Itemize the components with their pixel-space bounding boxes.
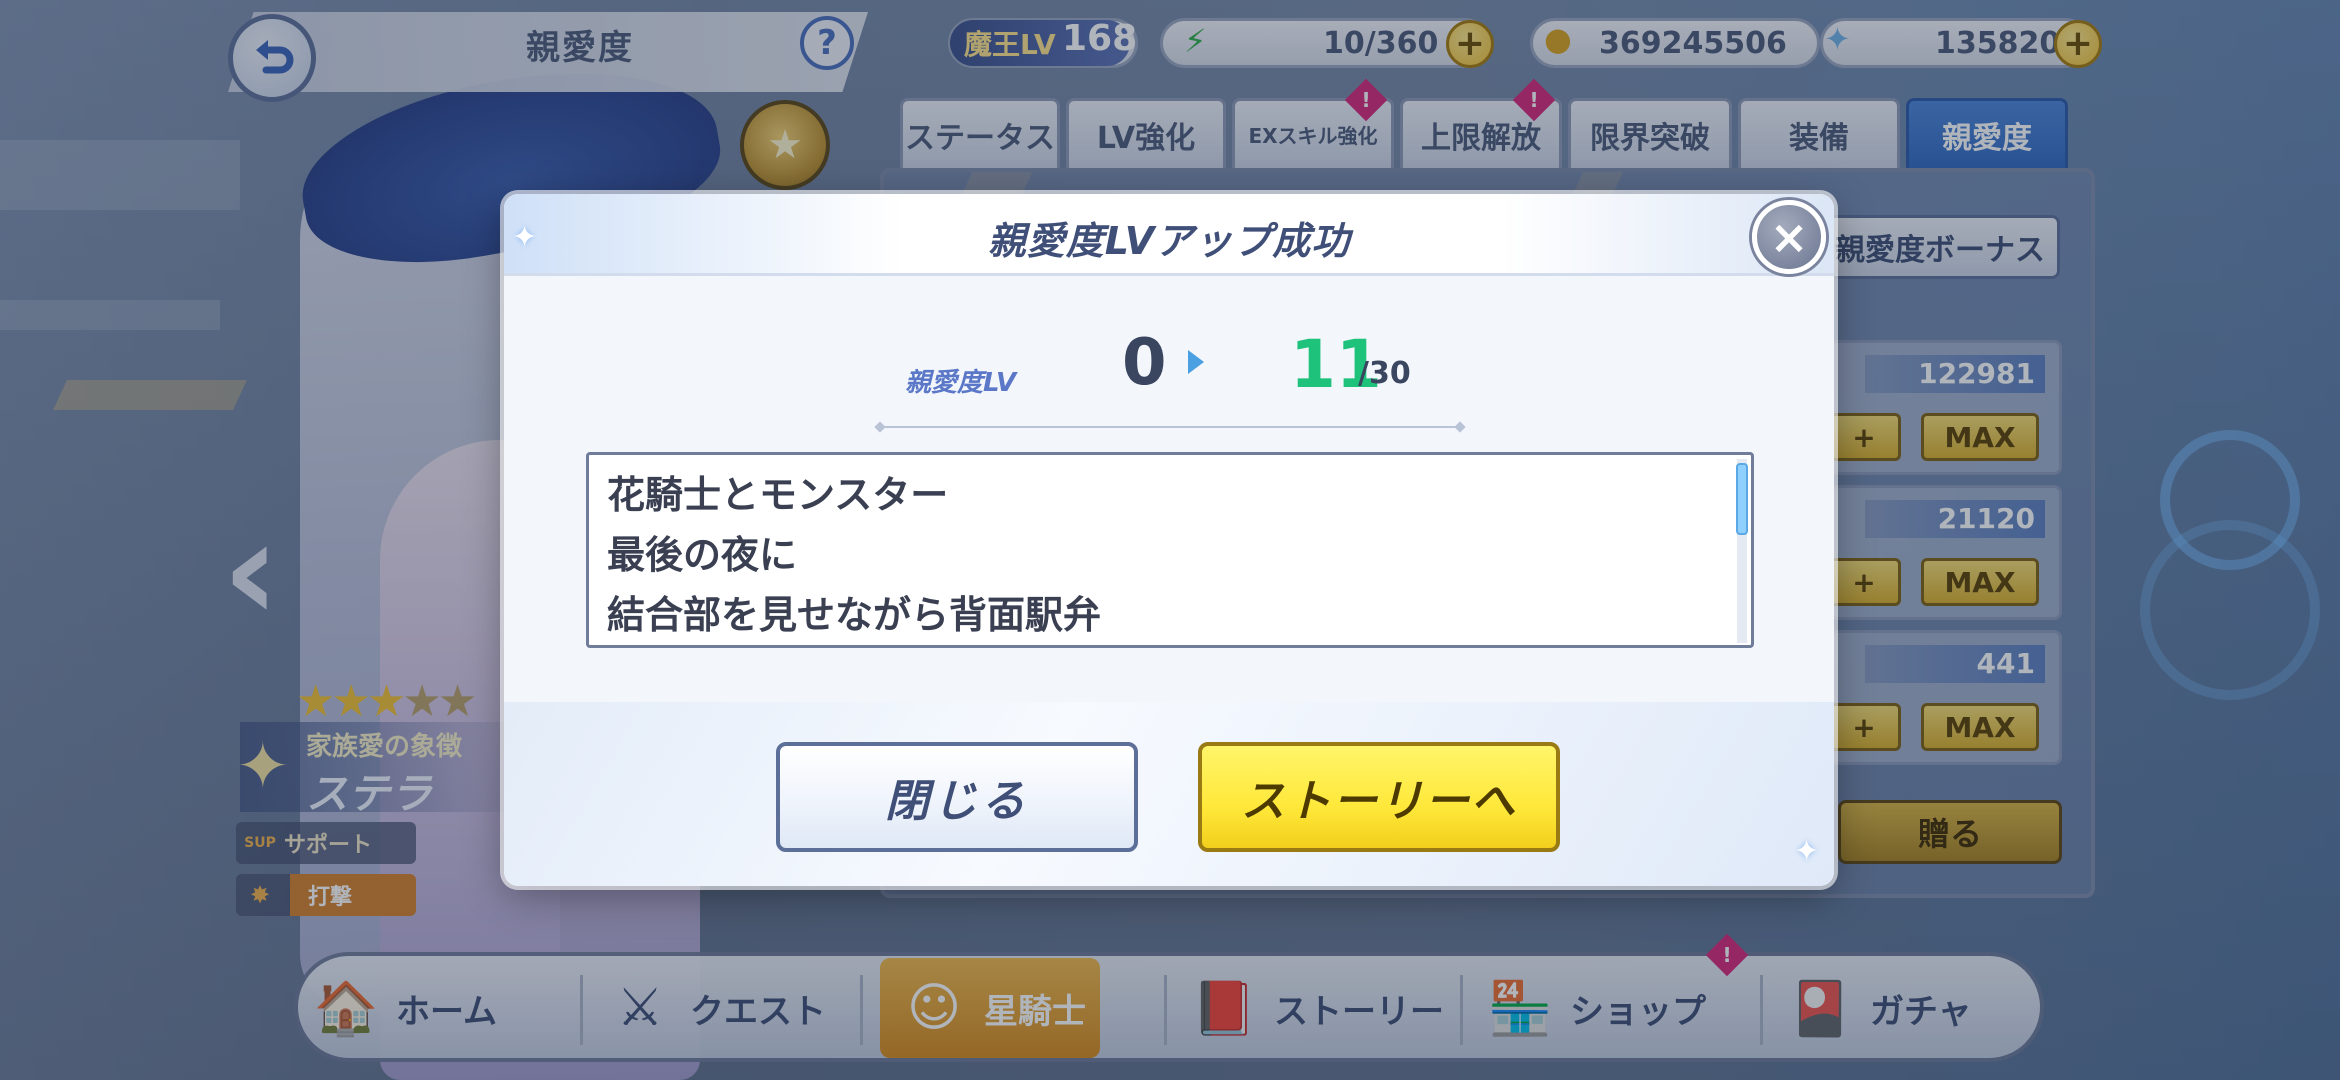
affection-level-max: /30: [1358, 356, 1411, 391]
affection-level-label: 親愛度LV: [905, 368, 1017, 398]
dialog-title: 親愛度LVアップ成功: [987, 219, 1351, 263]
divider: [880, 426, 1460, 428]
unlocked-story-list[interactable]: 花騎士とモンスター 最後の夜に 結合部を見せながら背面駅弁: [586, 452, 1754, 648]
sparkle-icon: ✦: [1794, 834, 1820, 869]
dialog-close-button[interactable]: ×: [1752, 200, 1826, 274]
dialog-footer: [504, 702, 1834, 886]
scrollbar-thumb[interactable]: [1736, 463, 1748, 535]
close-button[interactable]: 閉じる: [776, 742, 1138, 852]
go-to-story-button[interactable]: ストーリーへ: [1198, 742, 1560, 852]
story-title: 花騎士とモンスター: [607, 473, 949, 517]
sparkle-icon: ✦: [512, 220, 538, 255]
story-title: 結合部を見せながら背面駅弁: [607, 593, 1102, 637]
level-arrow-icon: [1188, 350, 1204, 374]
story-title: 最後の夜に: [607, 533, 798, 577]
affection-level-before: 0: [1122, 326, 1167, 400]
